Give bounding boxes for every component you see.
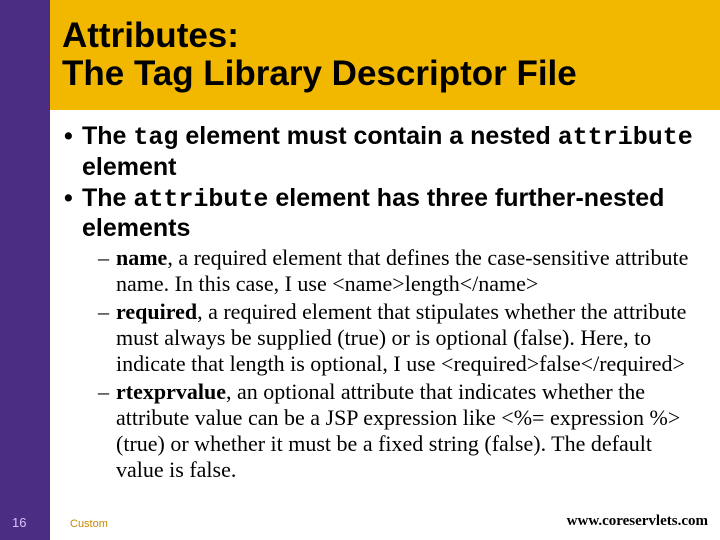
text: element must contain a nested [178,122,557,150]
term: required [116,299,197,324]
text: The [82,122,133,150]
bullet-item: The attribute element has three further-… [60,184,702,244]
code-text: tag [133,123,178,152]
slide-title: Attributes: The Tag Library Descriptor F… [62,17,577,93]
sub-bullet-item: rtexprvalue, an optional attribute that … [60,379,702,483]
title-band: Attributes: The Tag Library Descriptor F… [50,0,720,110]
sub-bullet-item: required, a required element that stipul… [60,299,702,377]
slide: Attributes: The Tag Library Descriptor F… [0,0,720,540]
code-text: attribute [558,123,693,152]
left-accent-bar [0,0,50,540]
code-text: attribute [133,185,268,214]
footer-site: www.coreservlets.com [567,513,708,530]
term: name [116,245,167,270]
text: element [82,153,176,181]
text: The [82,184,133,212]
term: rtexprvalue [116,379,226,404]
text: , a required element that defines the ca… [116,245,688,296]
content-area: The tag element must contain a nested at… [50,114,710,540]
title-line-2: The Tag Library Descriptor File [62,54,577,93]
sub-bullet-item: name, a required element that defines th… [60,245,702,297]
text: , a required element that stipulates whe… [116,299,686,376]
page-number: 16 [12,515,26,530]
bullet-item: The tag element must contain a nested at… [60,122,702,182]
title-line-1: Attributes: [62,16,239,55]
footer-custom-label: Custom [70,518,108,530]
